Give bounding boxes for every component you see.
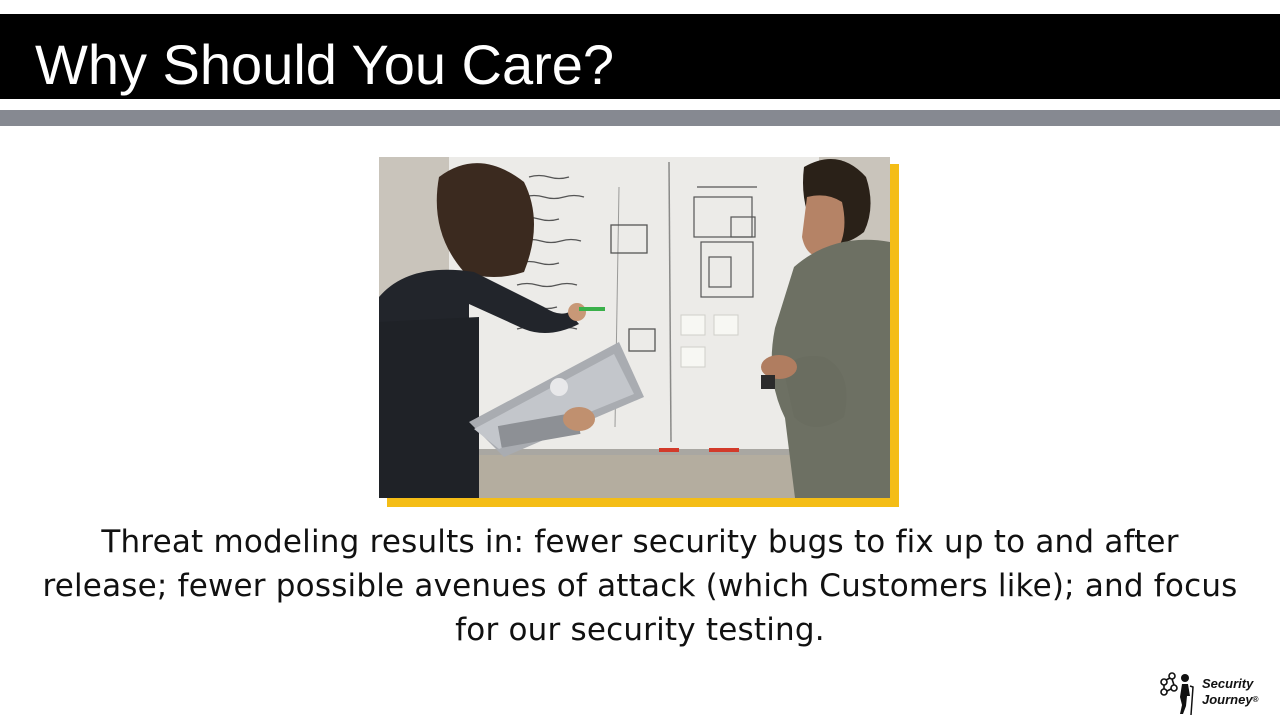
title-divider — [0, 110, 1280, 126]
title-bar: Why Should You Care? — [0, 14, 1280, 99]
logo-line-2-wrap: Journey® — [1202, 692, 1258, 708]
logo-line-2: Journey — [1202, 692, 1253, 707]
slide-body-text: Threat modeling results in: fewer securi… — [42, 524, 1238, 648]
security-journey-logo: Security Journey® — [1158, 672, 1268, 716]
logo-line-1: Security — [1202, 676, 1254, 691]
hiker-network-icon — [1160, 672, 1194, 716]
registered-mark: ® — [1252, 695, 1259, 704]
slide-title: Why Should You Care? — [35, 33, 615, 96]
logo-wordmark: Security Journey® — [1202, 676, 1258, 708]
whiteboard-photo — [379, 157, 890, 498]
